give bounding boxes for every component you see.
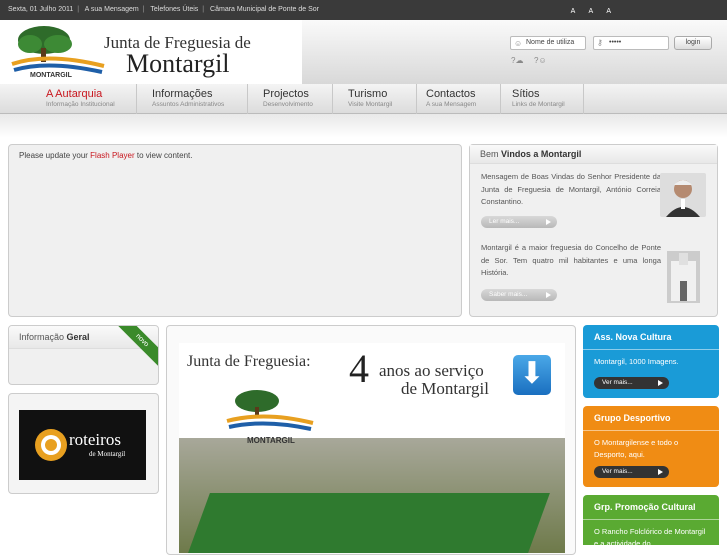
flash-post: to view content. xyxy=(136,151,193,160)
user-icon: ☺ xyxy=(514,39,523,48)
font-size-controls[interactable]: A A A xyxy=(571,2,617,22)
password-input[interactable]: ⚷ ••••• xyxy=(593,36,669,50)
box-text: O Rancho Folclórico de Montargil e a act… xyxy=(594,527,706,548)
download-arrow-icon[interactable]: ⬇ xyxy=(513,355,551,395)
welcome-text-1: Mensagem de Boas Vindas do Senhor Presid… xyxy=(481,172,661,206)
date-text: Sexta, 01 Julho 2011 xyxy=(8,6,74,13)
link-camara[interactable]: Câmara Municipal de Ponte de Sor xyxy=(210,6,319,13)
logo-mark: MONTARGIL xyxy=(30,72,72,79)
feature-logo-mark: MONTARGIL xyxy=(247,436,295,445)
welcome-text-2: Montargil é a maior freguesia do Concelh… xyxy=(481,243,661,277)
football-field xyxy=(188,493,550,553)
nav-contactos[interactable]: Contactos A sua Mensagem xyxy=(416,84,501,114)
feature-line1: Junta de Freguesia: xyxy=(187,353,311,370)
info-title-pre: Informação xyxy=(19,332,65,342)
flash-player-link[interactable]: Flash Player xyxy=(90,151,134,160)
info-title-bold: Geral xyxy=(66,332,90,342)
nav-autarquia[interactable]: A Autarquia Informação Institucional xyxy=(36,84,137,114)
link-message[interactable]: A sua Mensagem xyxy=(85,6,139,13)
nav-label: Informações xyxy=(152,88,213,100)
feature-image[interactable]: Junta de Freguesia: 4 anos ao serviço de… xyxy=(179,343,565,553)
box-text: Montargil, 1000 Imagens. xyxy=(594,357,679,366)
logo[interactable]: MONTARGIL Junta de Freguesia de Montargi… xyxy=(0,20,302,84)
nav-sub: Links de Montargil xyxy=(512,101,565,108)
flash-message: Please update your Flash Player to view … xyxy=(9,145,461,166)
nav-informacoes[interactable]: Informações Assuntos Administrativos xyxy=(142,84,248,114)
box-grupo-desportivo[interactable]: Grupo Desportivo O Montargilense e todo … xyxy=(583,406,719,487)
flash-panel: Please update your Flash Player to view … xyxy=(8,144,462,317)
welcome-title: Bem Vindos a Montargil xyxy=(470,145,717,164)
feature-line3: de Montargil xyxy=(401,379,489,398)
logo-line2: Montargil xyxy=(126,49,230,78)
roteiros-subtitle: de Montargil xyxy=(89,450,126,458)
nav-label: Projectos xyxy=(263,88,309,100)
box-nova-cultura[interactable]: Ass. Nova Cultura Montargil, 1000 Imagen… xyxy=(583,325,719,398)
login-button[interactable]: login xyxy=(674,36,712,50)
roteiros-spiral-icon xyxy=(35,429,67,461)
key-icon: ⚷ xyxy=(597,38,603,47)
nav-sub: Assuntos Administrativos xyxy=(152,101,225,108)
top-bar: Sexta, 01 Julho 2011 | A sua Mensagem | Te… xyxy=(0,0,727,20)
church-photo xyxy=(667,251,700,303)
nav-sub: Desenvolvimento xyxy=(263,101,313,108)
feature-panel: Junta de Freguesia: 4 anos ao serviço de… xyxy=(166,325,576,555)
roteiros-banner[interactable]: roteiros de Montargil xyxy=(19,410,146,480)
info-panel: Informação Geral novo xyxy=(8,325,159,385)
nav-label: Contactos xyxy=(426,88,476,100)
welcome-title-pre: Bem xyxy=(480,149,499,159)
feature-number: 4 xyxy=(349,346,369,391)
nav-label: Turismo xyxy=(348,88,388,100)
username-input[interactable]: ☺ Nome de utiliza xyxy=(510,36,586,50)
nav-label: Sítios xyxy=(512,88,540,100)
nav-sub: Informação Institucional xyxy=(46,101,115,108)
welcome-panel: Bem Vindos a Montargil Mensagem de Boas … xyxy=(469,144,718,317)
box-promocao-cultural[interactable]: Grp. Promoção Cultural O Rancho Folclóri… xyxy=(583,495,719,548)
box-title: Ass. Nova Cultura xyxy=(583,325,719,350)
learn-more-button[interactable]: Saber mais... xyxy=(481,289,557,301)
nav-sitios[interactable]: Sítios Links de Montargil xyxy=(502,84,584,114)
help-icon[interactable]: ?☁ xyxy=(511,56,523,65)
username-placeholder: Nome de utiliza xyxy=(526,39,575,46)
nav-sub: A sua Mensagem xyxy=(426,101,477,108)
see-more-button[interactable]: Ver mais... xyxy=(594,466,669,478)
link-phones[interactable]: Telefones Úteis xyxy=(150,6,198,13)
register-icon[interactable]: ?☺ xyxy=(534,56,547,65)
box-text: O Montargilense e todo o Desporto, aqui. xyxy=(594,438,679,459)
roteiros-panel[interactable]: roteiros de Montargil xyxy=(8,393,159,494)
feature-logo-icon: MONTARGIL xyxy=(226,390,314,445)
box-title: Grp. Promoção Cultural xyxy=(583,495,719,520)
see-more-button[interactable]: Ver mais... xyxy=(594,377,669,389)
nav-projectos[interactable]: Projectos Desenvolvimento xyxy=(253,84,333,114)
feature-line2: anos ao serviço xyxy=(379,361,484,380)
main-nav: A Autarquia Informação Institucional Info… xyxy=(0,84,727,114)
welcome-title-bold: Vindos a Montargil xyxy=(501,149,582,159)
flash-pre: Please update your xyxy=(19,151,88,160)
nav-shadow xyxy=(0,114,727,138)
nav-sub: Visite Montargil xyxy=(348,101,393,108)
nav-label: A Autarquia xyxy=(46,88,103,100)
read-more-button[interactable]: Ler mais... xyxy=(481,216,557,228)
nav-turismo[interactable]: Turismo Visite Montargil xyxy=(338,84,417,114)
password-value: ••••• xyxy=(609,39,622,46)
president-photo xyxy=(660,173,706,217)
box-title: Grupo Desportivo xyxy=(583,406,719,431)
roteiros-title: roteiros xyxy=(69,430,121,449)
